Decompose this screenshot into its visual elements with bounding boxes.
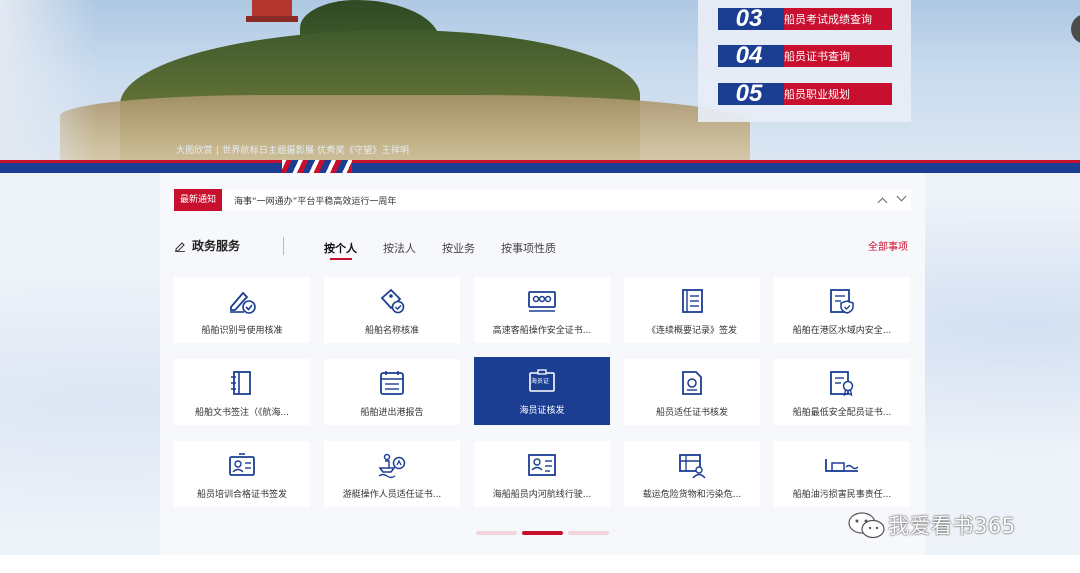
service-label: 船员培训合格证书签发 (196, 490, 287, 500)
service-card[interactable]: 船舶在港区水域内安全... (774, 277, 910, 343)
wechat-icon (848, 512, 885, 539)
watermark: 我爱看书365 (846, 510, 1016, 540)
shield-doc-icon (830, 289, 854, 314)
service-card[interactable]: 船员适任证书核发 (624, 359, 760, 425)
id-card-icon (229, 453, 255, 476)
high-speed-boat-icon (528, 291, 556, 312)
record-book-icon (682, 289, 703, 313)
service-label: 船舶名称核准 (364, 326, 419, 336)
carousel-dot-active[interactable] (522, 531, 563, 535)
quick-link-label: 船员职业规划 (784, 88, 850, 101)
quick-link-number: 04 (735, 42, 763, 69)
quick-link-certificate[interactable]: 04 船员证书查询 (718, 42, 892, 69)
service-label: 载运危险货物和污染危... (642, 490, 742, 500)
chevron-up-icon[interactable] (877, 197, 888, 207)
quick-link-exam-score[interactable]: 03 船员考试成绩查询 (718, 5, 892, 32)
brand-stripe-red (0, 160, 1080, 163)
all-items-link[interactable]: 全部事项 (868, 238, 908, 253)
service-card[interactable]: 海船船员内河航线行驶... (474, 441, 610, 507)
pen-check-icon (230, 291, 256, 314)
carousel-dot[interactable] (568, 531, 609, 535)
chevron-down-icon[interactable] (896, 191, 907, 201)
service-label: 游艇操作人员适任证书... (342, 490, 442, 500)
service-label: 船舶识别号使用核准 (201, 326, 283, 336)
service-card[interactable]: 船员培训合格证书签发 (174, 441, 310, 507)
stripe-decoration (282, 160, 352, 173)
service-card[interactable]: 高速客船操作安全证书... (474, 277, 610, 343)
footer-area (0, 555, 1080, 573)
services-divider (283, 237, 284, 255)
service-card[interactable]: 船舶最低安全配员证书... (774, 359, 910, 425)
ledger-icon (231, 371, 251, 395)
service-label: 船舶在港区水域内安全... (792, 326, 892, 336)
service-card[interactable]: 载运危险货物和污染危... (624, 441, 760, 507)
crew-card-icon (528, 454, 556, 476)
service-label: 船舶最低安全配员证书... (792, 408, 892, 418)
quick-link-label: 船员考试成绩查询 (784, 13, 872, 26)
edit-icon (175, 241, 185, 252)
services-title: 政务服务 (192, 239, 241, 253)
tab-personal[interactable]: 按个人 (324, 240, 357, 256)
tag-check-icon (380, 288, 405, 314)
banner-fade (0, 0, 1080, 160)
service-card[interactable]: 船舶名称核准 (324, 277, 460, 343)
service-label: 高速客船操作安全证书... (492, 326, 592, 336)
services-header: 政务服务 (174, 237, 240, 254)
service-card[interactable]: 《连续概要记录》签发 (624, 277, 760, 343)
quick-link-number: 03 (735, 5, 763, 32)
hero-banner[interactable]: 大图欣赏 | 世界航标日主题摄影展 优秀奖《守望》王祥明 (0, 0, 1080, 160)
oil-ship-icon (825, 459, 859, 472)
cargo-person-icon (679, 454, 706, 479)
service-card[interactable]: 船舶文书签注（《航海... (174, 359, 310, 425)
service-label: 船员适任证书核发 (655, 408, 728, 418)
quick-link-career[interactable]: 05 船员职业规划 (718, 80, 892, 107)
quick-link-label: 船员证书查询 (784, 50, 850, 63)
tab-business[interactable]: 按业务 (442, 240, 475, 256)
service-label: 船舶进出港报告 (360, 408, 424, 418)
service-card[interactable]: 船舶油污损害民事责任... (774, 441, 910, 507)
tab-legal-person[interactable]: 按法人 (383, 240, 416, 256)
banner-caption: 大图欣赏 | 世界航标日主题摄影展 优秀奖《守望》王祥明 (176, 146, 410, 156)
service-label: 《连续概要记录》签发 (646, 326, 737, 336)
notice-text[interactable]: 海事“一网通办”平台平稳高效运行一周年 (234, 194, 879, 207)
carousel-dot[interactable] (476, 531, 517, 535)
notice-arrows (877, 191, 907, 207)
watermark-text: 我爱看书365 (888, 514, 1016, 538)
service-label: 海船船员内河航线行驶... (492, 490, 592, 500)
certificate-doc-icon (682, 371, 702, 395)
tab-item-nature[interactable]: 按事项性质 (501, 240, 556, 256)
service-card[interactable]: 船舶识别号使用核准 (174, 277, 310, 343)
service-card[interactable]: 船舶进出港报告 (324, 359, 460, 425)
calendar-report-icon (380, 371, 404, 395)
notice-bar[interactable]: 最新通知 海事“一网通办”平台平稳高效运行一周年 (174, 189, 911, 211)
service-label: 海员证核发 (519, 406, 565, 416)
notice-badge: 最新通知 (174, 189, 223, 211)
seaman-card-badge-text: 海员证 (531, 378, 550, 385)
award-doc-icon (830, 371, 854, 397)
service-card-active[interactable]: 海员证 海员证核发 (474, 357, 610, 425)
active-tab-indicator (330, 258, 352, 260)
yacht-icon (378, 453, 406, 479)
quick-link-number: 05 (735, 80, 763, 107)
service-label: 船舶文书签注（《航海... (194, 408, 290, 418)
service-label: 船舶油污损害民事责任... (792, 490, 892, 500)
service-card[interactable]: 游艇操作人员适任证书... (324, 441, 460, 507)
